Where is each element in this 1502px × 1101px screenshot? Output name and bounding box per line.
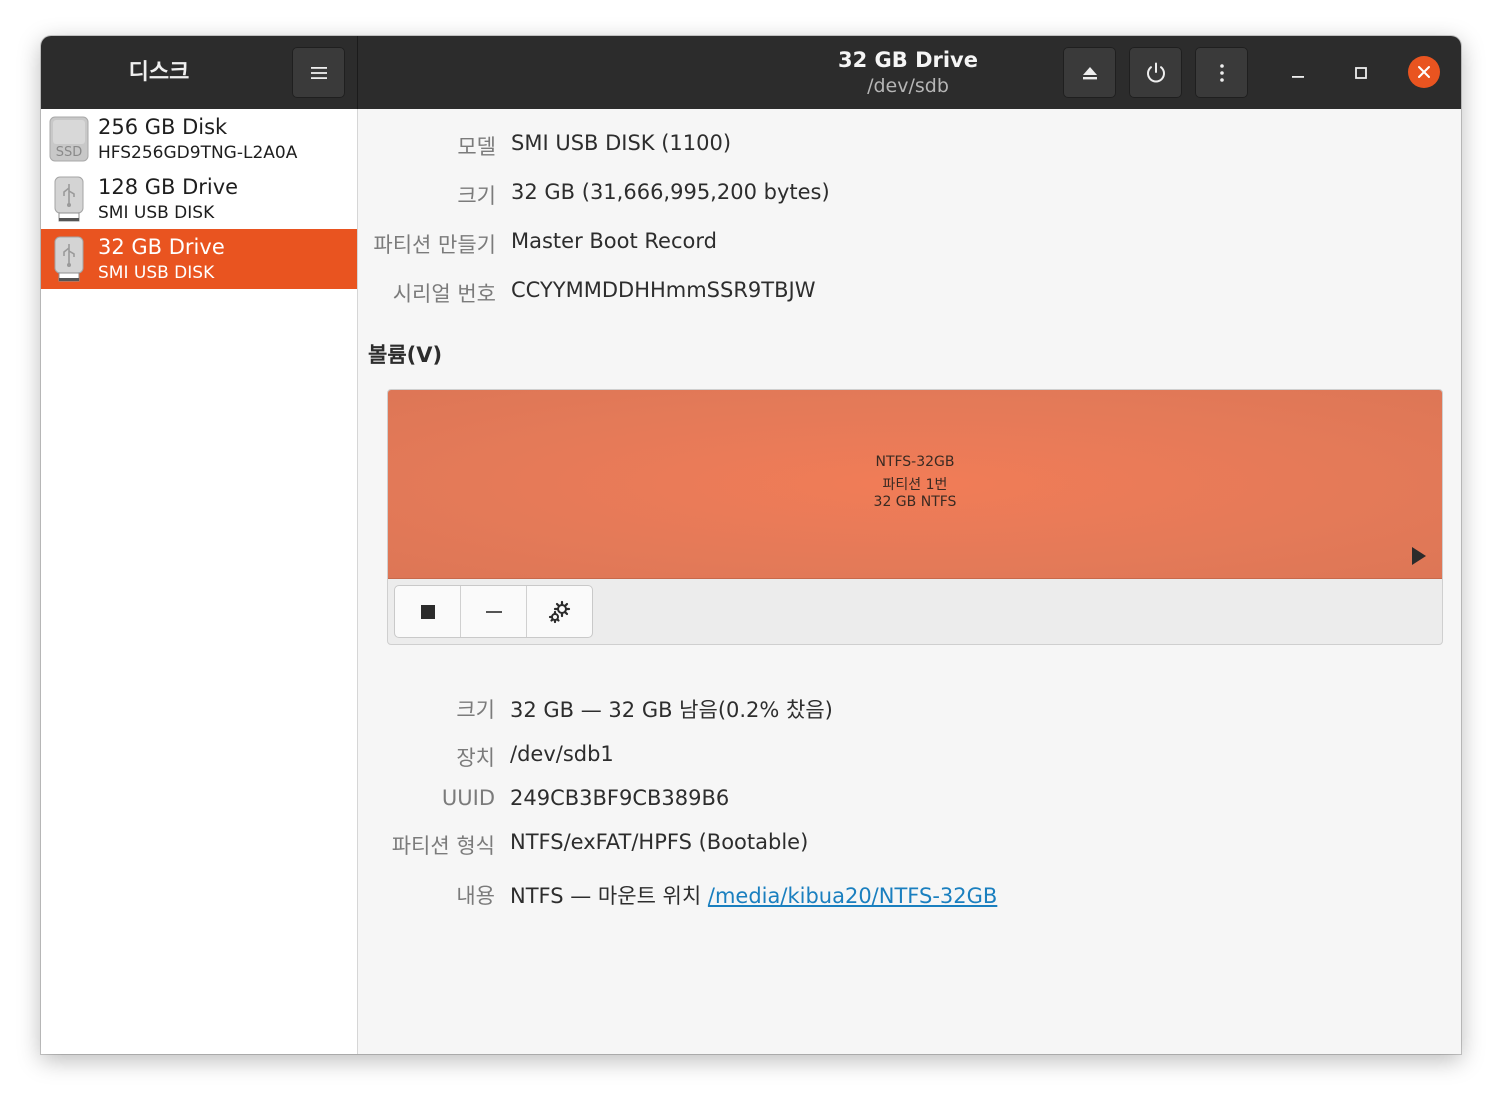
partition-type-label: 파티션 형식: [391, 834, 495, 858]
contents-text: NTFS — 마운트 위치: [510, 884, 708, 908]
menu-button[interactable]: [292, 47, 345, 98]
stop-icon: [420, 604, 435, 619]
partition-name: NTFS-32GB: [875, 454, 955, 470]
contents-label: 내용: [456, 884, 495, 908]
device-value: /dev/sdb1: [510, 742, 614, 766]
partition-number: 파티션 1번: [882, 477, 948, 493]
gears-icon: [548, 600, 570, 623]
partition-size-type: 32 GB NTFS: [873, 494, 957, 510]
partition-type-value: NTFS/exFAT/HPFS (Bootable): [510, 830, 809, 854]
header-left: 디스크: [41, 36, 358, 109]
volume-size-value: 32 GB — 32 GB 남음(0.2% 찼음): [510, 698, 833, 722]
drive-details-panel: 모델 SMI USB DISK (1100) 크기 32 GB (31,666,…: [358, 109, 1461, 1054]
drive-model: HFS256GD9TNG-L2A0A: [98, 143, 298, 163]
volume-toolbar: [394, 585, 593, 638]
model-label: 모델: [457, 135, 496, 159]
sidebar-item-128gb-drive[interactable]: 128 GB Drive SMI USB DISK: [41, 169, 357, 229]
size-value: 32 GB (31,666,995,200 bytes): [511, 180, 830, 204]
sidebar-item-32gb-drive[interactable]: 32 GB Drive SMI USB DISK: [41, 229, 357, 289]
mount-point-link[interactable]: /media/kibua20/NTFS-32GB: [708, 884, 997, 908]
drive-subtitle: /dev/sdb: [867, 75, 949, 97]
hamburger-icon: [310, 66, 327, 79]
sidebar-item-256gb-disk[interactable]: SSD 256 GB Disk HFS256GD9TNG-L2A0A: [41, 109, 357, 169]
drive-title: 32 GB Drive: [837, 48, 978, 72]
mounted-indicator-icon: [1412, 547, 1426, 565]
svg-text:SSD: SSD: [56, 145, 83, 160]
drive-name: 32 GB Drive: [98, 235, 225, 259]
eject-button[interactable]: [1063, 47, 1116, 98]
partitioning-label: 파티션 만들기: [373, 233, 496, 257]
device-label: 장치: [456, 746, 495, 770]
header-bar: 디스크 32 GB Drive /dev/sdb: [41, 36, 1461, 109]
maximize-icon: [1355, 67, 1367, 79]
minus-icon: [485, 610, 502, 613]
serial-number-value: CCYYMMDDHHmmSSR9TBJW: [511, 278, 816, 302]
drive-title-block: 32 GB Drive /dev/sdb: [801, 46, 1015, 98]
maximize-button[interactable]: [1344, 56, 1378, 90]
drive-name: 256 GB Disk: [98, 115, 228, 139]
partition-block[interactable]: NTFS-32GB 파티션 1번 32 GB NTFS: [388, 390, 1442, 579]
power-off-button[interactable]: [1129, 47, 1182, 98]
usb-drive-icon: [54, 176, 84, 222]
drive-options-button[interactable]: [1195, 47, 1248, 98]
close-icon: [1418, 66, 1430, 78]
volume-size-label: 크기: [456, 698, 495, 722]
unmount-button[interactable]: [395, 586, 461, 637]
usb-drive-icon: [54, 236, 84, 282]
partition-settings-button[interactable]: [527, 586, 592, 637]
serial-number-label: 시리얼 번호: [392, 282, 496, 306]
uuid-value: 249CB3BF9CB389B6: [510, 786, 730, 810]
partitioning-value: Master Boot Record: [511, 229, 717, 253]
disks-window: 디스크 32 GB Drive /dev/sdb SSD 256 GB Disk…: [41, 36, 1461, 1054]
minimize-button[interactable]: [1281, 56, 1315, 90]
delete-partition-button[interactable]: [461, 586, 527, 637]
minimize-icon: [1292, 76, 1304, 78]
volume-map: NTFS-32GB 파티션 1번 32 GB NTFS: [387, 389, 1443, 645]
ssd-drive-icon: SSD: [49, 116, 89, 162]
power-icon: [1146, 62, 1165, 82]
size-label: 크기: [457, 184, 496, 208]
model-value: SMI USB DISK (1100): [511, 131, 732, 155]
drive-model: SMI USB DISK: [98, 203, 215, 223]
drive-name: 128 GB Drive: [98, 175, 239, 199]
drive-model: SMI USB DISK: [98, 263, 215, 283]
eject-icon: [1082, 66, 1097, 79]
uuid-label: UUID: [441, 786, 495, 810]
vertical-dots-icon: [1219, 63, 1224, 82]
volumes-heading: 볼륨(V): [368, 343, 443, 367]
drive-list-sidebar: SSD 256 GB Disk HFS256GD9TNG-L2A0A 128 G…: [41, 109, 358, 1054]
contents-value: NTFS — 마운트 위치 /media/kibua20/NTFS-32GB: [510, 880, 997, 910]
close-button[interactable]: [1408, 56, 1440, 88]
